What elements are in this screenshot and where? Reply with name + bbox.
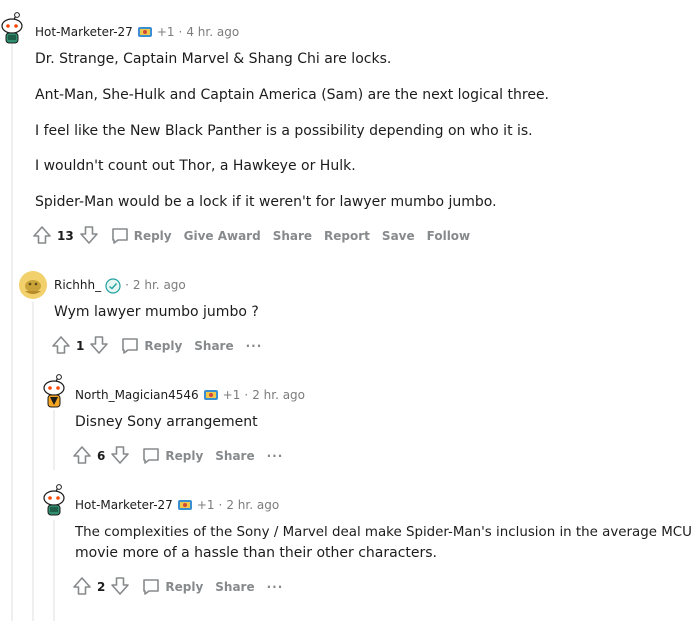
- downvote-icon[interactable]: [109, 575, 131, 600]
- avatar[interactable]: [0, 12, 26, 44]
- comment-bubble-icon: [143, 448, 160, 464]
- share-button[interactable]: Share: [269, 229, 316, 243]
- comment-actions: 2 Reply Share ···: [71, 575, 291, 599]
- thread-line-north[interactable]: [53, 410, 55, 470]
- meta-separator: ·: [218, 498, 223, 512]
- follow-button[interactable]: Follow: [423, 229, 475, 243]
- give-award-button[interactable]: Give Award: [180, 229, 265, 243]
- snoo-avatar-icon: [43, 374, 65, 408]
- flair-plus: +1: [222, 388, 241, 402]
- comment-paragraph: I feel like the New Black Panther is a p…: [35, 123, 533, 139]
- meta-separator: ·: [125, 278, 129, 292]
- avatar[interactable]: [40, 484, 68, 516]
- username-link[interactable]: Hot-Marketer-27: [35, 25, 133, 39]
- more-options-button[interactable]: ···: [263, 449, 288, 463]
- reply-button[interactable]: Reply: [116, 336, 186, 356]
- verified-icon: [105, 278, 121, 294]
- comment-paragraph: Dr. Strange, Captain Marvel & Shang Chi …: [35, 51, 392, 67]
- vote-count: 2: [97, 580, 106, 594]
- comment-actions: 13 Reply Give Award Share Report Save Fo…: [31, 224, 478, 248]
- upvote-icon[interactable]: [71, 444, 93, 469]
- comment-paragraph: I wouldn't count out Thor, a Hawkeye or …: [35, 158, 356, 174]
- comment-bubble-icon: [111, 228, 128, 244]
- comment-paragraph: Spider-Man would be a lock if it weren't…: [35, 194, 497, 210]
- upvote-icon[interactable]: [31, 224, 53, 249]
- more-options-button[interactable]: ···: [263, 580, 288, 594]
- comment-paragraph: Wym lawyer mumbo jumbo ?: [54, 304, 259, 320]
- thread-line-richhh[interactable]: [32, 302, 34, 621]
- more-options-button[interactable]: ···: [242, 339, 267, 353]
- comment-meta: North_Magician4546 +1 · 2 hr. ago: [75, 388, 305, 402]
- flair-icon: [137, 25, 153, 39]
- share-button[interactable]: Share: [211, 449, 258, 463]
- vote-count: 6: [97, 449, 106, 463]
- comment-paragraph: The complexities of the Sony / Marvel de…: [75, 525, 692, 540]
- reply-button[interactable]: Reply: [106, 226, 176, 246]
- upvote-icon[interactable]: [50, 334, 72, 359]
- timestamp[interactable]: 2 hr. ago: [133, 278, 186, 292]
- share-button[interactable]: Share: [190, 339, 237, 353]
- username-link[interactable]: Richhh_: [54, 278, 101, 292]
- downvote-icon[interactable]: [78, 224, 100, 249]
- downvote-icon[interactable]: [88, 334, 110, 359]
- save-button[interactable]: Save: [378, 229, 419, 243]
- timestamp[interactable]: 2 hr. ago: [226, 498, 279, 512]
- comment-paragraph: movie more of a hassle than their other …: [75, 545, 437, 561]
- meta-separator: ·: [178, 25, 183, 39]
- avatar[interactable]: [40, 374, 68, 408]
- comment-paragraph: Disney Sony arrangement: [75, 414, 258, 430]
- comment-bubble-icon: [122, 338, 139, 354]
- reply-button[interactable]: Reply: [137, 577, 207, 597]
- meta-separator: ·: [244, 388, 249, 402]
- username-link[interactable]: North_Magician4546: [75, 388, 199, 402]
- avatar[interactable]: [19, 271, 47, 299]
- flair-icon: [177, 498, 193, 512]
- user-avatar-icon: [19, 271, 47, 299]
- thread-line-hot2[interactable]: [53, 520, 55, 621]
- comment-meta: Richhh_ · 2 hr. ago: [54, 278, 186, 294]
- comment-bubble-icon: [143, 579, 160, 595]
- vote-count: 13: [57, 229, 74, 243]
- comment-meta: Hot-Marketer-27 +1 · 4 hr. ago: [35, 25, 239, 39]
- downvote-icon[interactable]: [109, 444, 131, 469]
- reply-button[interactable]: Reply: [137, 446, 207, 466]
- comment-actions: 6 Reply Share ···: [71, 444, 291, 468]
- comment-meta: Hot-Marketer-27 +1 · 2 hr. ago: [75, 498, 279, 512]
- report-button[interactable]: Report: [320, 229, 374, 243]
- flair-plus: +1: [196, 498, 215, 512]
- flair-icon: [203, 388, 219, 402]
- share-button[interactable]: Share: [211, 580, 258, 594]
- flair-plus: +1: [156, 25, 175, 39]
- timestamp[interactable]: 4 hr. ago: [186, 25, 239, 39]
- username-link[interactable]: Hot-Marketer-27: [75, 498, 173, 512]
- vote-count: 1: [76, 339, 85, 353]
- comment-actions: 1 Reply Share ···: [50, 334, 270, 358]
- upvote-icon[interactable]: [71, 575, 93, 600]
- timestamp[interactable]: 2 hr. ago: [252, 388, 305, 402]
- snoo-avatar-icon: [1, 12, 23, 44]
- thread-line-root[interactable]: [11, 44, 13, 621]
- snoo-avatar-icon: [43, 484, 65, 516]
- comment-paragraph: Ant-Man, She-Hulk and Captain America (S…: [35, 87, 550, 103]
